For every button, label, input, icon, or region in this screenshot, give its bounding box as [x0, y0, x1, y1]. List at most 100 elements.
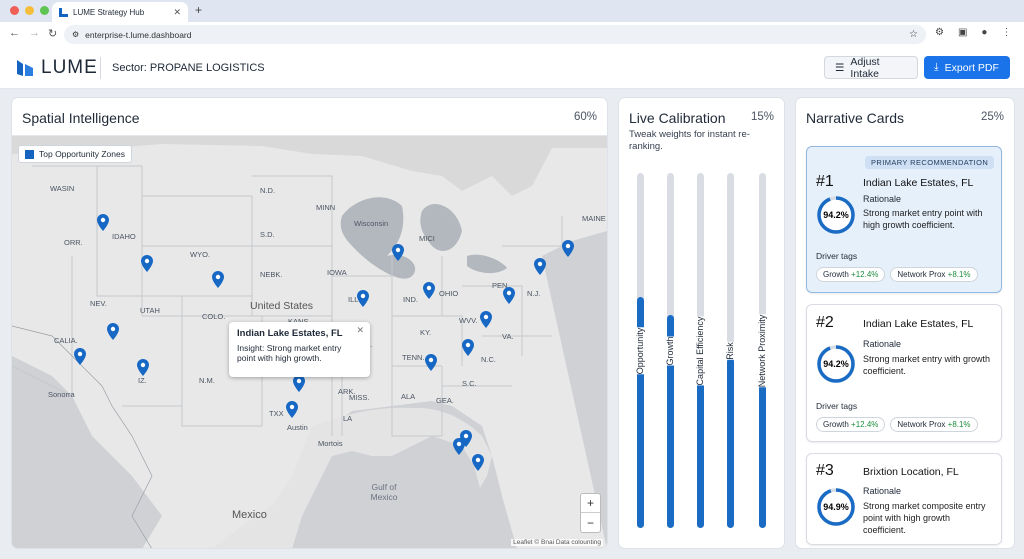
narrative-card-1[interactable]: PRIMARY RECOMMENDATION #1 Indian Lake Es… — [806, 146, 1002, 293]
lume-logo[interactable]: LUME — [15, 57, 98, 79]
map-place-label: OHIO — [439, 289, 459, 298]
back-icon[interactable]: ← — [9, 27, 20, 39]
map-pin-icon[interactable] — [392, 244, 404, 261]
map[interactable]: WASIN ORR. IDAHO WYO. N.D. MINN Wisconsin MICI M… — [12, 135, 607, 548]
score-value: 94.9% — [823, 502, 849, 512]
weight-slider[interactable]: Opportunity — [633, 173, 647, 528]
reload-icon[interactable]: ↻ — [48, 27, 57, 40]
map-pin-icon[interactable] — [357, 290, 369, 307]
map-pin-icon[interactable] — [423, 282, 435, 299]
profile-avatar-icon[interactable]: ● — [981, 27, 987, 38]
map-pin-icon[interactable] — [472, 454, 484, 471]
download-icon: ⤓ — [934, 61, 939, 73]
zoom-control: + − — [580, 493, 601, 533]
map-place-label: COLO. — [202, 312, 226, 321]
rationale-label: Rationale — [863, 339, 902, 349]
rationale-label: Rationale — [863, 194, 902, 204]
browser-tab[interactable]: LUME Strategy Hub ✕ — [52, 2, 188, 22]
zoom-out-button[interactable]: − — [581, 513, 600, 532]
map-pin-icon[interactable] — [453, 438, 465, 455]
weight-slider[interactable]: Capital Efficiency — [693, 173, 707, 528]
map-place-label: NEV. — [90, 299, 107, 308]
address-bar-row: ← → ↻ ⚙ enterprise-t.lume.dashboard ☆ ⚙ … — [0, 22, 1024, 47]
zoom-in-button[interactable]: + — [581, 494, 600, 513]
weight-slider[interactable]: Risk — [723, 173, 737, 528]
url-field[interactable]: ⚙ enterprise-t.lume.dashboard ☆ — [64, 25, 926, 44]
map-place-label: N.M. — [199, 376, 215, 385]
live-calibration-panel: Live Calibration 15% Tweak weights for i… — [619, 98, 784, 548]
driver-tags: Growth +12.4% Network Prox +8.1% — [816, 417, 978, 432]
map-place-label: CALIA. — [54, 336, 78, 345]
map-place-label: VA. — [502, 332, 514, 341]
narrative-card-3[interactable]: #3 Brixtion Location, FL 94.9% Rationale… — [806, 453, 1002, 545]
map-pin-icon[interactable] — [97, 214, 109, 231]
map-pin-icon[interactable] — [503, 287, 515, 304]
map-pin-icon[interactable] — [293, 375, 305, 392]
map-popup[interactable]: ✕ Indian Lake Estates, FL Insight: Stron… — [229, 322, 370, 377]
slider-label: Network Proximity — [755, 314, 769, 387]
driver-tags: Growth +12.4% Network Prox +8.1% — [816, 267, 978, 282]
tab-close-icon[interactable]: ✕ — [173, 7, 181, 18]
map-pin-icon[interactable] — [462, 339, 474, 356]
driver-tag-network-prox[interactable]: Network Prox +8.1% — [890, 417, 978, 432]
map-place-label: IZ. — [138, 376, 147, 385]
map-place-label: WASIN — [50, 184, 75, 193]
map-place-label: IDAHO — [112, 232, 136, 241]
map-pin-icon[interactable] — [534, 258, 546, 275]
card-rank: #2 — [816, 314, 834, 331]
panel-weight: 25% — [980, 111, 1004, 123]
browser-menu-icon[interactable]: ⋮ — [1001, 27, 1011, 38]
sliders-icon: ☰ — [835, 61, 845, 74]
popup-close-icon[interactable]: ✕ — [356, 325, 364, 336]
map-place-label: S.D. — [260, 230, 275, 239]
map-pin-icon[interactable] — [562, 240, 574, 257]
map-place-label: MICI — [419, 234, 435, 243]
map-place-label: Austin — [287, 423, 308, 432]
map-pin-icon[interactable] — [107, 323, 119, 340]
calibration-subtitle: Tweak weights for instant re-ranking. — [629, 129, 750, 152]
map-pin-icon[interactable] — [480, 311, 492, 328]
map-place-label: Wisconsin — [354, 219, 389, 228]
map-attribution[interactable]: Leaflet © Bnai Data colounting — [511, 539, 603, 546]
export-pdf-button[interactable]: ⤓ Export PDF — [924, 56, 1010, 79]
driver-tag-network-prox[interactable]: Network Prox +8.1% — [890, 267, 978, 282]
extensions-icon[interactable]: ⚙ — [935, 27, 944, 38]
map-pin-icon[interactable] — [212, 271, 224, 288]
map-place-label: MAINE — [582, 214, 606, 223]
map-legend[interactable]: Top Opportunity Zones — [18, 145, 132, 163]
bookmark-star-icon[interactable]: ☆ — [909, 29, 918, 40]
map-pin-icon[interactable] — [74, 348, 86, 365]
app-header: LUME Sector: PROPANE LOGISTICS ☰ Adjust … — [0, 47, 1024, 89]
map-place-label: TXX — [269, 409, 284, 418]
panel-weight: 15% — [750, 111, 774, 123]
browser-chrome: LUME Strategy Hub ✕ + ← → ↻ ⚙ enterprise… — [0, 0, 1024, 47]
driver-tag-growth[interactable]: Growth +12.4% — [816, 267, 886, 282]
panel-title: Spatial Intelligence — [22, 110, 140, 126]
map-place-label: United States — [250, 300, 314, 312]
slider-label: Opportunity — [633, 327, 647, 374]
narrative-card-2[interactable]: #2 Indian Lake Estates, FL 94.2% Rationa… — [806, 304, 1002, 442]
score-ring: 94.2% — [817, 345, 855, 383]
weight-slider[interactable]: Growth — [663, 173, 677, 528]
adjust-intake-button[interactable]: ☰ Adjust Intake — [824, 55, 918, 80]
map-place-label: NEBK. — [260, 270, 283, 279]
site-info-icon[interactable]: ⚙ — [72, 30, 79, 39]
popup-title: Indian Lake Estates, FL — [237, 328, 343, 339]
new-tab-icon[interactable]: + — [195, 3, 202, 17]
sidebar-icon[interactable]: ▣ — [958, 27, 967, 38]
forward-icon[interactable]: → — [29, 27, 40, 39]
maximize-window-button[interactable] — [40, 6, 49, 15]
rationale-text: Strong market composite entry point with… — [863, 501, 986, 535]
popup-body: Insight: Strong market entry point with … — [237, 343, 342, 363]
legend-swatch — [25, 149, 34, 159]
weight-slider[interactable]: Network Proximity — [755, 173, 769, 528]
minimize-window-button[interactable] — [25, 6, 34, 15]
close-window-button[interactable] — [10, 6, 19, 15]
map-pin-icon[interactable] — [137, 359, 149, 376]
map-pin-icon[interactable] — [286, 401, 298, 418]
adjust-intake-label: Adjust Intake — [850, 55, 880, 80]
map-pin-icon[interactable] — [141, 255, 153, 272]
map-pin-icon[interactable] — [425, 354, 437, 371]
score-ring: 94.2% — [817, 196, 855, 234]
driver-tag-growth[interactable]: Growth +12.4% — [816, 417, 886, 432]
